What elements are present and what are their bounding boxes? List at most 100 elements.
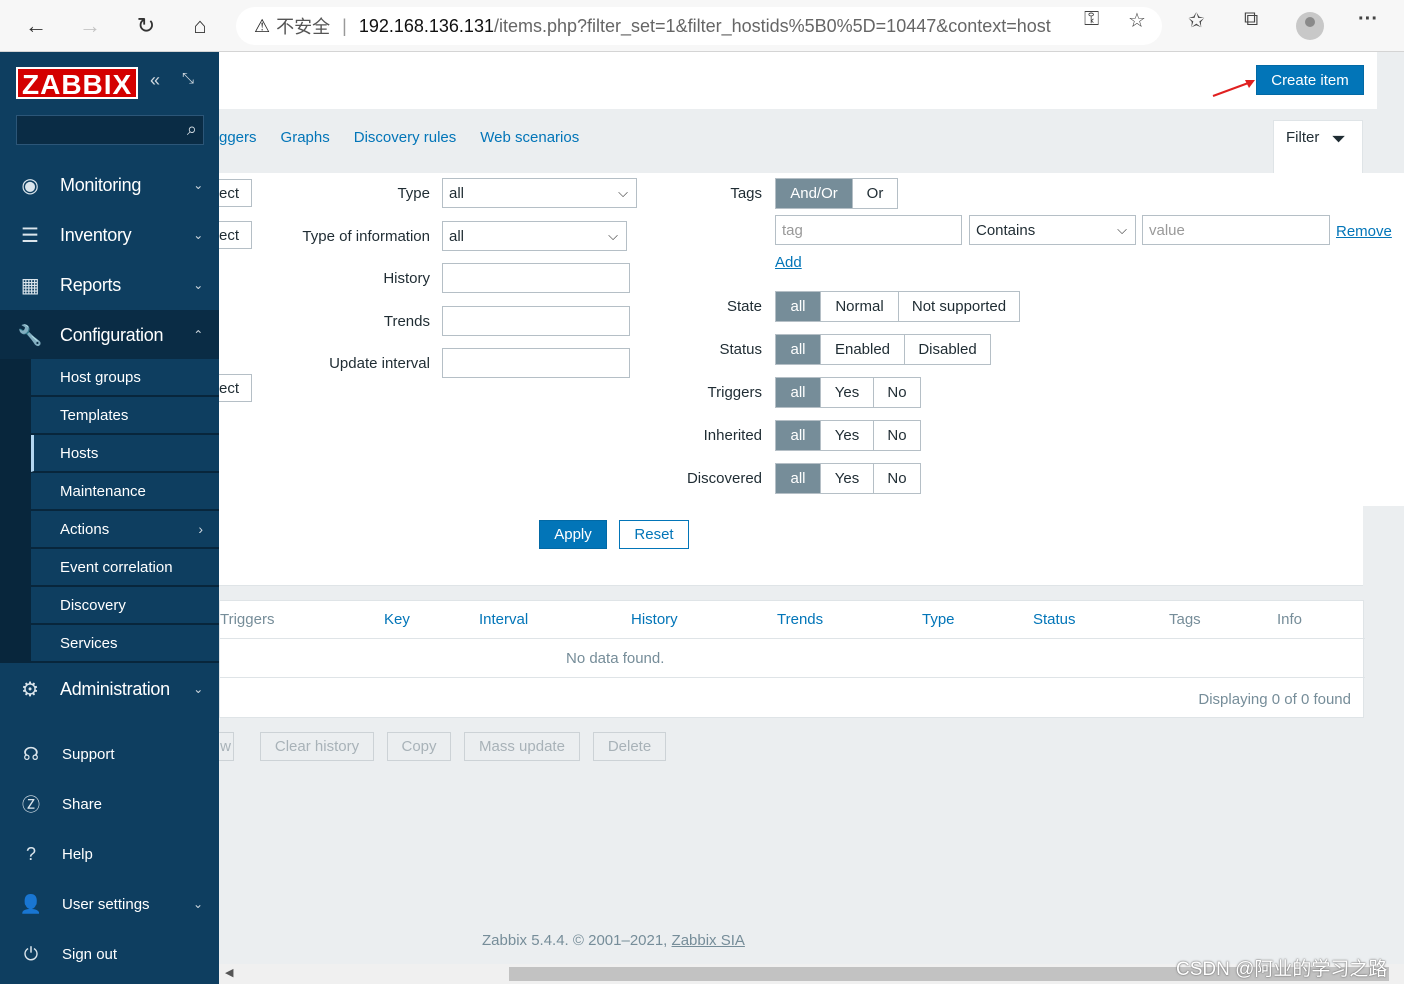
menu-administration[interactable]: ⚙ Administration ⌄ (0, 664, 219, 714)
submenu-event-correlation[interactable]: Event correlation (31, 549, 219, 586)
tab-triggers[interactable]: ggers (219, 129, 257, 146)
update-interval-input[interactable] (442, 348, 630, 378)
status-label: Status (719, 341, 762, 358)
status-enabled[interactable]: Enabled (820, 335, 904, 364)
menu-monitoring[interactable]: ◉ Monitoring ⌄ (0, 160, 219, 210)
menu-reports[interactable]: ▦ Reports ⌄ (0, 260, 219, 310)
type-select-value: all (449, 184, 465, 202)
url-host: 192.168.136.131 (358, 15, 494, 36)
address-bar[interactable]: ⚠ 不安全 | 192.168.136.131 /items.php?filte… (236, 7, 1162, 45)
submenu-actions[interactable]: Actions › (31, 511, 219, 548)
submenu-host-groups[interactable]: Host groups (31, 359, 219, 396)
triggers-label: Triggers (707, 384, 762, 401)
triggers-no[interactable]: No (873, 378, 920, 407)
inherited-all[interactable]: all (776, 421, 820, 450)
forward-icon[interactable]: → (74, 10, 106, 42)
state-all[interactable]: all (776, 292, 820, 321)
favorites-icon[interactable]: ✩ (1188, 8, 1205, 33)
submenu-label: Maintenance (60, 482, 146, 500)
discovered-yes[interactable]: Yes (820, 464, 873, 493)
mass-action-partial-button[interactable]: w (219, 732, 234, 761)
tags-and-or-option[interactable]: And/Or (776, 179, 852, 208)
menu-share[interactable]: Ⓩ Share (0, 779, 219, 829)
user-icon: 👤 (19, 893, 43, 914)
inherited-yes[interactable]: Yes (820, 421, 873, 450)
submenu-maintenance[interactable]: Maintenance (31, 473, 219, 510)
help-icon: ? (25, 843, 36, 864)
filter-toggle[interactable]: Filter ⏷ (1273, 120, 1363, 174)
select-button-3[interactable]: ect (219, 374, 252, 402)
status-all[interactable]: all (776, 335, 820, 364)
type-select[interactable]: all ⌵ (442, 178, 637, 208)
tab-graphs[interactable]: Graphs (281, 129, 330, 146)
tab-web-scenarios[interactable]: Web scenarios (480, 129, 579, 146)
back-icon[interactable]: ← (20, 10, 52, 42)
apply-filter-button[interactable]: Apply (539, 520, 607, 549)
chevron-down-icon: ⌄ (193, 178, 203, 192)
column-key[interactable]: Key (384, 611, 410, 628)
menu-sign-out[interactable]: ⏻ Sign out (0, 929, 219, 979)
submenu-discovery[interactable]: Discovery (31, 587, 219, 624)
delete-button[interactable]: Delete (593, 732, 666, 761)
column-history[interactable]: History (631, 611, 678, 628)
menu-support[interactable]: ☊ Support (0, 729, 219, 779)
zabbix-sia-link[interactable]: Zabbix SIA (672, 932, 745, 949)
column-status[interactable]: Status (1033, 611, 1076, 628)
clear-history-button[interactable]: Clear history (260, 732, 374, 761)
kiosk-mode-icon[interactable]: ⤡ (182, 70, 194, 87)
reset-filter-button[interactable]: Reset (619, 520, 689, 549)
collapse-sidebar-icon[interactable]: « (150, 70, 160, 91)
zabbix-logo[interactable]: ZABBIX (16, 67, 139, 100)
filter-label: Filter (1286, 129, 1320, 146)
tag-name-input[interactable]: tag (775, 215, 962, 245)
discovered-no[interactable]: No (873, 464, 920, 493)
reload-icon[interactable]: ↻ (130, 10, 162, 42)
triggers-yes[interactable]: Yes (820, 378, 873, 407)
submenu-services[interactable]: Services (31, 625, 219, 662)
tab-discovery-rules[interactable]: Discovery rules (354, 129, 457, 146)
tags-or-option[interactable]: Or (852, 179, 897, 208)
mass-update-button[interactable]: Mass update (464, 732, 580, 761)
submenu-templates[interactable]: Templates (31, 397, 219, 434)
menu-user-settings[interactable]: 👤 User settings ⌄ (0, 879, 219, 929)
copy-button[interactable]: Copy (387, 732, 451, 761)
type-of-information-select[interactable]: all ⌵ (442, 221, 627, 251)
remove-tag-link[interactable]: Remove (1336, 223, 1392, 240)
column-type[interactable]: Type (922, 611, 955, 628)
profile-avatar[interactable] (1296, 12, 1324, 40)
inherited-no[interactable]: No (873, 421, 920, 450)
browser-toolbar: ← → ↻ ⌂ ⚠ 不安全 | 192.168.136.131 /items.p… (0, 0, 1404, 52)
menu-help-label: Help (62, 845, 93, 863)
state-normal[interactable]: Normal (820, 292, 898, 321)
status-disabled[interactable]: Disabled (904, 335, 990, 364)
submenu-hosts[interactable]: Hosts (31, 435, 219, 472)
tag-value-input[interactable]: value (1142, 215, 1330, 245)
column-interval[interactable]: Interval (479, 611, 528, 628)
add-tag-link[interactable]: Add (775, 254, 802, 271)
discovered-all[interactable]: all (776, 464, 820, 493)
key-icon[interactable]: ⚿ (1084, 8, 1099, 31)
trends-input[interactable] (442, 306, 630, 336)
state-not-supported[interactable]: Not supported (898, 292, 1019, 321)
triggers-all[interactable]: all (776, 378, 820, 407)
state-label: State (726, 298, 762, 315)
select-button-2[interactable]: ect (219, 221, 252, 249)
select-button-1[interactable]: ect (219, 179, 252, 207)
history-input[interactable] (442, 263, 630, 293)
column-trends[interactable]: Trends (777, 611, 823, 628)
scroll-left-icon[interactable]: ◀ (225, 966, 233, 979)
menu-support-label: Support (62, 745, 115, 763)
sidebar-search-input[interactable]: ⌕ (16, 115, 204, 145)
add-favorite-icon[interactable]: ☆ (1128, 8, 1146, 33)
menu-inventory[interactable]: ☰ Inventory ⌄ (0, 210, 219, 260)
home-icon[interactable]: ⌂ (184, 10, 216, 42)
more-icon[interactable]: ··· (1358, 8, 1378, 31)
menu-reports-label: Reports (60, 274, 121, 295)
collections-icon[interactable]: ⧉ (1244, 8, 1258, 31)
menu-help[interactable]: ? Help (0, 829, 219, 879)
search-icon[interactable]: ⌕ (187, 119, 197, 140)
menu-configuration[interactable]: 🔧 Configuration ⌃ (0, 310, 219, 360)
main-content: Create item ggers Graphs Discovery rules… (219, 52, 1404, 984)
create-item-button[interactable]: Create item (1256, 65, 1364, 95)
tag-operator-select[interactable]: Contains ⌵ (969, 215, 1136, 245)
